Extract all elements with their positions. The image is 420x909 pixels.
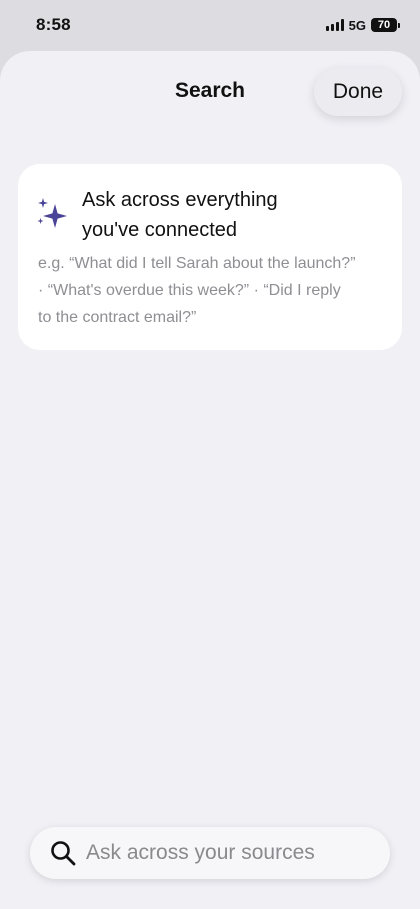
status-bar: 8:58 5G 70 [0, 0, 420, 52]
card-title-line: Ask across everything [82, 189, 278, 211]
search-sheet: Search Done Ask across everything you've… [0, 51, 420, 909]
search-bar[interactable] [30, 827, 390, 879]
card-title-line: you've connected [82, 219, 238, 241]
example-line: to the contract email?” [38, 309, 197, 326]
info-card: Ask across everything you've connected e… [18, 164, 402, 350]
cellular-signal-icon [325, 19, 344, 31]
search-input[interactable] [86, 841, 376, 865]
sparkle-icon [37, 198, 67, 228]
search-icon [51, 841, 76, 866]
card-title: Ask across everything you've connected [82, 185, 382, 245]
network-type: 5G [348, 17, 366, 33]
battery-icon: 70 [371, 18, 400, 32]
status-time: 8:58 [36, 15, 71, 34]
example-line: · “What's overdue this week?” · “Did I r… [38, 282, 341, 299]
battery-level: 70 [371, 18, 397, 32]
card-examples: e.g. “What did I tell Sarah about the la… [38, 250, 390, 331]
done-button[interactable]: Done [314, 68, 402, 116]
status-indicators: 5G 70 [325, 17, 400, 33]
example-line: e.g. “What did I tell Sarah about the la… [38, 255, 356, 272]
